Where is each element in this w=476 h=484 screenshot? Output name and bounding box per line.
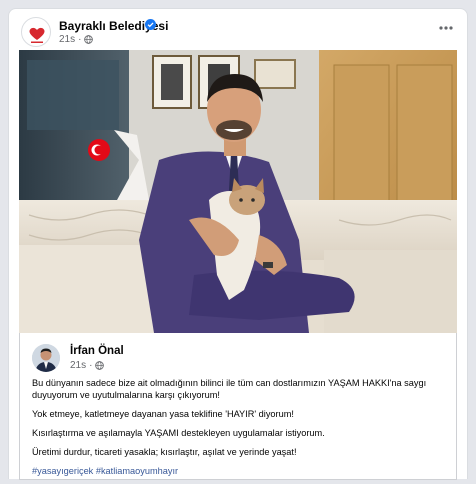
author-avatar-image: [32, 344, 60, 372]
hashtag-link[interactable]: #katliamaoyumhayır: [96, 466, 178, 476]
bayrakli-logo-icon: [29, 27, 45, 43]
author-avatar[interactable]: [32, 344, 60, 372]
post-meta: 21s ·: [59, 34, 94, 45]
hashtag-line: #yasayıgeriçek #katliamaoyumhayır: [32, 465, 447, 477]
hashtag-link[interactable]: #yasayıgeriçek: [32, 466, 93, 476]
more-options-button[interactable]: [433, 15, 459, 41]
shared-post-timestamp[interactable]: 21s: [70, 360, 86, 371]
meta-separator: ·: [78, 34, 82, 45]
photo-illustration: [19, 50, 457, 333]
verified-badge-icon: [145, 19, 156, 30]
shared-post-meta: 21s ·: [70, 360, 105, 371]
shared-post: İrfan Önal 21s · Bu dünyanın sadece bize…: [19, 333, 457, 480]
post-paragraph: Kısırlaştırma ve aşılamayla YAŞAMI deste…: [32, 428, 325, 438]
post-header: Bayraklı Belediyesi 21s ·: [9, 9, 467, 49]
globe-icon: [95, 361, 105, 370]
page-avatar[interactable]: [21, 17, 51, 47]
facebook-post: Bayraklı Belediyesi 21s · İrfan Önal 21s…: [8, 8, 468, 480]
post-paragraph: Üretimi durdur, ticareti yasakla; kısırl…: [32, 447, 297, 457]
author-name-link[interactable]: İrfan Önal: [70, 345, 124, 357]
globe-icon: [84, 35, 94, 44]
shared-post-text: Bu dünyanın sadece bize ait olmadığının …: [32, 377, 447, 484]
post-timestamp[interactable]: 21s: [59, 34, 75, 45]
post-paragraph: Yok etmeye, katletmeye dayanan yasa tekl…: [32, 409, 294, 419]
more-options-icon: [439, 26, 453, 30]
meta-separator: ·: [89, 360, 93, 371]
post-paragraph: Bu dünyanın sadece bize ait olmadığının …: [32, 378, 427, 400]
post-photo[interactable]: [19, 50, 457, 333]
